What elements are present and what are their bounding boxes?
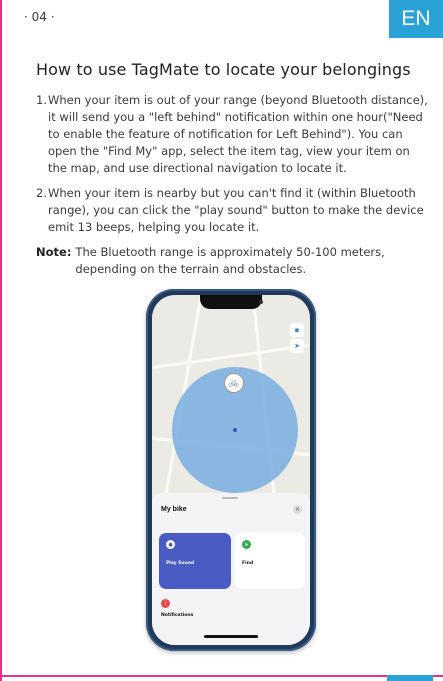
item-sheet: My bike × ● Play Sound ➤ Find ! Notifica… — [152, 493, 310, 645]
page-number: · 04 · — [24, 10, 55, 24]
find-icon: ➤ — [242, 540, 251, 549]
notifications-row: ! Notifications — [161, 599, 193, 618]
home-indicator — [204, 635, 258, 638]
instruction-item: 2. When your item is nearby but you can'… — [36, 185, 428, 236]
instruction-text: When your item is out of your range (bey… — [48, 93, 428, 175]
play-sound-label: Play Sound — [166, 561, 195, 566]
note-text: The Bluetooth range is approximately 50-… — [75, 245, 385, 276]
bell-icon: ! — [161, 599, 170, 608]
sheet-grabber — [222, 497, 238, 499]
section-title: How to use TagMate to locate your belong… — [36, 60, 411, 79]
map-road — [152, 344, 310, 369]
phone-screen: ▪ ➤ 🚲 My bike × ● Play Sound ➤ Find ! No… — [152, 295, 310, 645]
bike-icon: 🚲 — [224, 373, 244, 393]
close-icon: × — [293, 505, 302, 514]
play-icon: ● — [166, 540, 175, 549]
location-dot — [233, 428, 237, 432]
find-label: Find — [242, 561, 254, 566]
page-border-bottom — [0, 675, 443, 677]
instruction-text: When your item is nearby but you can't f… — [48, 186, 424, 234]
notifications-label: Notifications — [161, 613, 194, 618]
page-border-left — [0, 0, 2, 681]
note-label: Note: — [36, 245, 72, 259]
note: Note: The Bluetooth range is approximate… — [36, 244, 428, 278]
item-title: My bike — [161, 506, 187, 513]
instruction-item: 1. When your item is out of your range (… — [36, 92, 428, 177]
location-arrow-icon: ➤ — [290, 339, 304, 353]
instructions: 1. When your item is out of your range (… — [36, 92, 428, 278]
phone-illustration: ▪ ➤ 🚲 My bike × ● Play Sound ➤ Find ! No… — [146, 289, 316, 651]
instruction-number: 1. — [36, 93, 47, 107]
camera-dot — [259, 300, 263, 304]
instruction-number: 2. — [36, 186, 47, 200]
map-info-icon: ▪ — [290, 323, 304, 337]
corner-tab — [387, 675, 433, 681]
play-sound-card: ● Play Sound — [159, 533, 231, 589]
phone-notch — [200, 295, 262, 309]
find-card: ➤ Find — [235, 533, 305, 589]
language-badge: EN — [389, 0, 443, 38]
